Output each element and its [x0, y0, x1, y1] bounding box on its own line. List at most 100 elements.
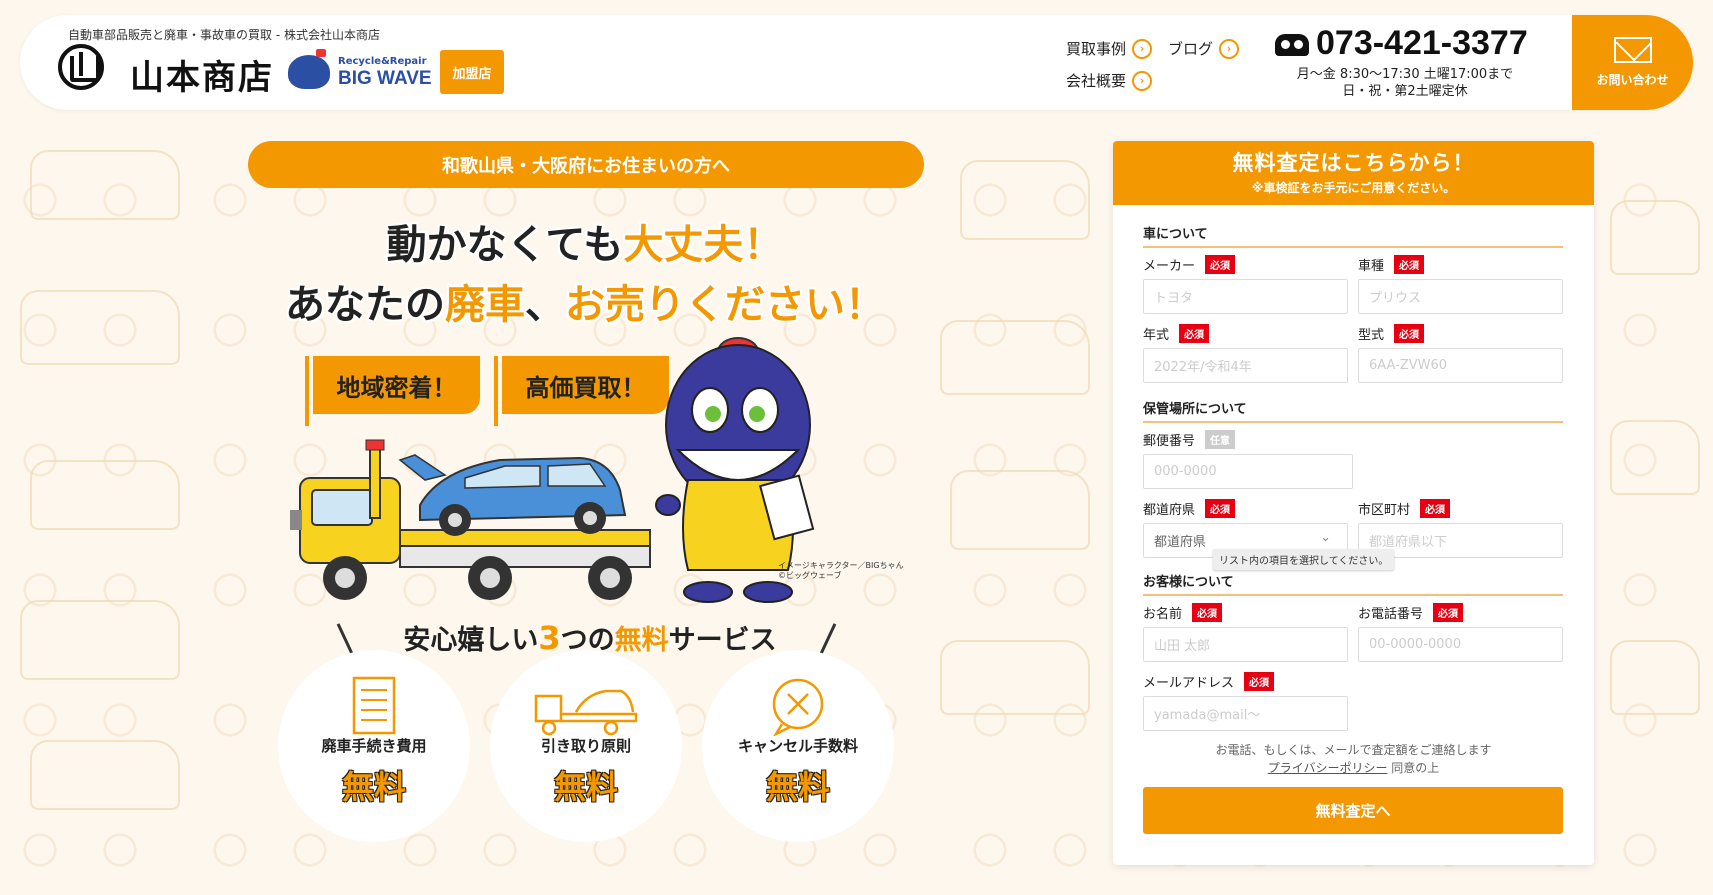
type-input[interactable]: 6AA-ZVW60 — [1358, 348, 1563, 383]
field-label: 年式 — [1143, 328, 1170, 343]
maker-input[interactable]: トヨタ — [1143, 279, 1348, 314]
submit-button[interactable]: 無料査定へ — [1143, 787, 1563, 834]
mail-input[interactable]: yamada@mail〜 — [1143, 696, 1348, 731]
headline-text: 、 — [525, 282, 565, 328]
headline-text: 動かなくても — [386, 222, 624, 268]
bg-car-outline — [30, 150, 180, 220]
pref-label: 都道府県 必須 — [1143, 499, 1236, 518]
field-label: お電話番号 — [1358, 607, 1424, 622]
mascot-credit: イメージキャラクター／BIGちゃん ©ビッグウェーブ — [778, 561, 904, 581]
service-label: 引き取り原則 — [540, 737, 631, 755]
headline-highlight: お売りください！ — [565, 282, 885, 328]
service-card-procedure: 廃車手続き費用 無料 — [278, 650, 470, 842]
contact-button[interactable]: お問い合わせ — [1572, 15, 1693, 110]
required-badge: 必須 — [1394, 324, 1425, 343]
tel-input[interactable]: 00-0000-0000 — [1358, 627, 1563, 662]
bg-car-outline — [30, 740, 180, 810]
credit-line: イメージキャラクター／BIGちゃん — [778, 561, 904, 570]
header-tagline: 自動車部品販売と廃車・事故車の買取 - 株式会社山本商店 — [68, 28, 380, 42]
bg-car-outline — [20, 600, 180, 680]
headline-highlight: 大丈夫！ — [623, 222, 784, 268]
required-badge: 必須 — [1205, 255, 1236, 274]
chevron-right-icon: › — [1132, 70, 1153, 91]
appraisal-form: 無料査定はこちらから！ ※車検証をお手元にご用意ください。 車について メーカー… — [1113, 141, 1594, 865]
member-badge: 加盟店 — [440, 50, 504, 94]
partner-subtitle: Recycle&Repair — [338, 56, 427, 67]
tow-truck-icon — [534, 689, 638, 736]
form-header: 無料査定はこちらから！ ※車検証をお手元にご用意ください。 — [1113, 141, 1594, 205]
bg-car-outline — [20, 290, 180, 365]
year-input[interactable]: 2022年/令和4年 — [1143, 348, 1348, 383]
optional-badge: 任意 — [1205, 430, 1236, 449]
mail-icon — [1613, 37, 1652, 63]
badge-accent-bar — [494, 356, 498, 426]
hours-closed: 日・祝・第2土曜定休 — [1342, 84, 1468, 99]
services-title-text: サービス — [668, 625, 777, 656]
service-free: 無料 — [553, 768, 618, 806]
year-label: 年式 必須 — [1143, 324, 1210, 343]
form-subtitle: ※車検証をお手元にご用意ください。 — [1251, 181, 1456, 195]
required-badge: 必須 — [1433, 603, 1464, 622]
section-car: 車について — [1143, 223, 1563, 248]
headline-line1: 動かなくても大丈夫！ — [240, 212, 930, 270]
phone-number[interactable]: 073-421-3377 — [1316, 24, 1528, 63]
model-label: 車種 必須 — [1358, 255, 1425, 274]
section-storage: 保管場所について — [1143, 398, 1563, 423]
bg-car-outline — [1610, 200, 1700, 275]
hours-weekday: 月〜金 8:30〜17:30 土曜17:00まで — [1296, 67, 1514, 82]
zip-input[interactable]: 000-0000 — [1143, 454, 1353, 489]
field-label: 車種 — [1358, 259, 1385, 274]
company-logo-text[interactable]: 山本商店 — [130, 50, 274, 99]
nav-link-cases[interactable]: 買取事例 › — [1066, 38, 1153, 59]
tow-truck-illustration — [290, 439, 651, 600]
required-badge: 必須 — [1192, 603, 1223, 622]
name-input[interactable]: 山田 太郎 — [1143, 627, 1348, 662]
service-label: 廃車手続き費用 — [321, 737, 427, 755]
field-label: 型式 — [1358, 328, 1385, 343]
note-tail: 同意の上 — [1391, 761, 1440, 775]
document-icon — [352, 676, 396, 735]
bg-car-outline — [1610, 640, 1700, 715]
zip-label: 郵便番号 任意 — [1143, 430, 1236, 449]
required-badge: 必須 — [1244, 672, 1275, 691]
bg-car-outline — [940, 640, 1090, 715]
service-card-cancel: キャンセル手数料 無料 — [702, 650, 894, 842]
bg-car-outline — [950, 470, 1090, 550]
headline-highlight: 廃車 — [445, 282, 525, 328]
form-note: お電話、もしくは、メールで査定額をご連絡します プライバシーポリシー 同意の上 — [1113, 741, 1594, 777]
service-free: 無料 — [765, 768, 830, 806]
field-label: 市区町村 — [1358, 503, 1411, 518]
nav-link-company[interactable]: 会社概要 › — [1066, 70, 1153, 91]
maker-label: メーカー 必須 — [1143, 255, 1236, 274]
required-badge: 必須 — [1420, 499, 1451, 518]
services-title-free: 無料 — [614, 625, 669, 656]
nav-link-blog[interactable]: ブログ › — [1168, 38, 1240, 59]
badge-accent-bar — [305, 356, 309, 426]
service-free: 無料 — [341, 768, 406, 806]
tel-label: お電話番号 必須 — [1358, 603, 1464, 622]
note-text: お電話、もしくは、メールで査定額をご連絡します — [1215, 743, 1492, 757]
freedial-icon — [1275, 34, 1309, 56]
company-logo-icon[interactable] — [58, 44, 104, 90]
field-label: メーカー — [1143, 259, 1196, 274]
field-label: 都道府県 — [1143, 503, 1196, 518]
chevron-right-icon: › — [1132, 38, 1153, 59]
services-title-number: 3 — [538, 619, 561, 657]
badge-local: 地域密着！ — [313, 356, 480, 414]
privacy-policy-link[interactable]: プライバシーポリシー — [1268, 761, 1388, 775]
section-customer: お客様について — [1143, 571, 1563, 596]
field-label: お名前 — [1143, 607, 1183, 622]
mail-label: メールアドレス 必須 — [1143, 672, 1275, 691]
model-input[interactable]: プリウス — [1358, 279, 1563, 314]
area-banner: 和歌山県・大阪府にお住まいの方へ — [248, 141, 924, 188]
badge-high-price: 高価買取！ — [502, 356, 669, 414]
bg-car-outline — [960, 160, 1090, 240]
business-hours: 月〜金 8:30〜17:30 土曜17:00まで 日・祝・第2土曜定休 — [1280, 66, 1530, 100]
required-badge: 必須 — [1179, 324, 1210, 343]
headline-line2: あなたの廃車、お売りください！ — [240, 272, 930, 330]
privacy-line: プライバシーポリシー 同意の上 — [1113, 759, 1594, 777]
nav-link-label: 会社概要 — [1066, 72, 1127, 90]
service-label: キャンセル手数料 — [737, 737, 858, 755]
required-badge: 必須 — [1205, 499, 1236, 518]
headline-text: あなたの — [285, 282, 445, 328]
